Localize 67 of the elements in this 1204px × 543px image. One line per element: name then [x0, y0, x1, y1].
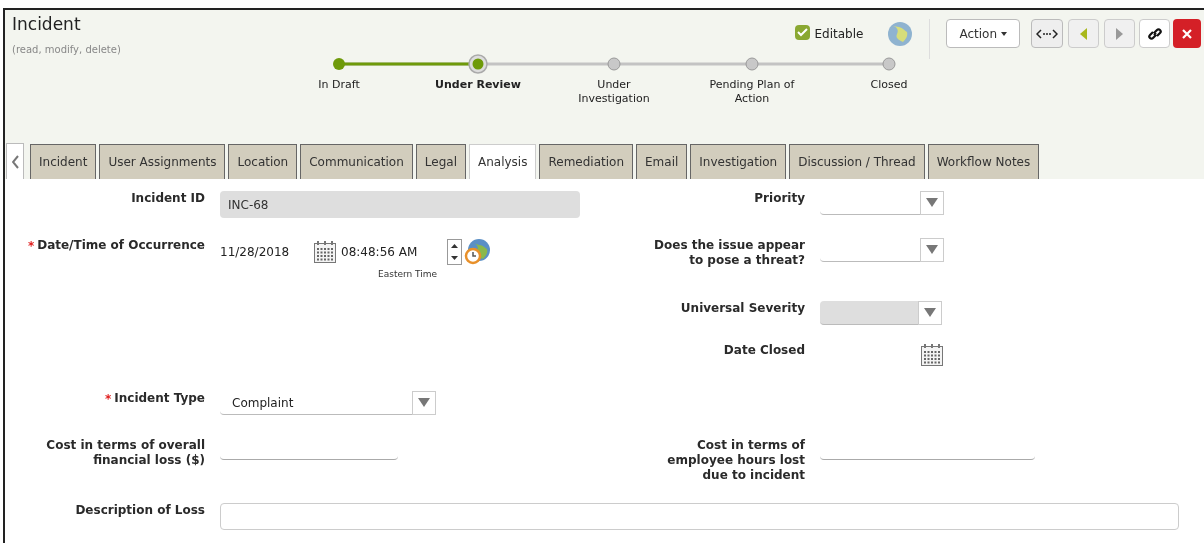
field-label: Cost in terms of employee hours lost due to incident [666, 438, 805, 483]
dropdown-button[interactable] [412, 390, 436, 415]
field-label: Incident ID [131, 191, 205, 206]
chevron-left-icon [11, 154, 19, 169]
link-button[interactable] [1139, 19, 1170, 48]
link-icon [1146, 25, 1163, 42]
workflow-step-marker[interactable] [879, 54, 899, 74]
time-stepper[interactable] [447, 239, 462, 265]
tab[interactable]: Incident [30, 144, 97, 179]
previous-button[interactable] [1068, 19, 1099, 48]
tab[interactable]: Workflow Notes [927, 144, 1040, 179]
workflow-step-label: Under Review [434, 78, 522, 92]
close-button[interactable] [1173, 19, 1201, 48]
date-value[interactable]: 11/28/2018 [220, 243, 313, 261]
select-value: Complaint [232, 394, 294, 412]
timezone-label: Eastern Time [378, 268, 439, 281]
tab[interactable]: Location [228, 144, 298, 179]
scroll-left-tab[interactable] [6, 143, 24, 179]
editable-label: Editable [814, 26, 864, 43]
dropdown-button[interactable] [920, 190, 944, 215]
editable-checkbox[interactable] [795, 25, 811, 40]
tab[interactable]: Email [636, 144, 688, 179]
dropdown-button[interactable] [920, 237, 944, 262]
tab[interactable]: Communication [300, 144, 413, 179]
required-mark: * [105, 391, 112, 408]
tab[interactable]: Remediation [539, 144, 633, 179]
left-triangle-icon [1080, 27, 1087, 40]
tab[interactable]: Discussion / Thread [789, 144, 925, 179]
field-label: Incident Type [114, 391, 205, 406]
field-label: Does the issue appear to pose a threat? [653, 238, 805, 268]
calendar-icon[interactable] [313, 240, 337, 264]
caret-icon [924, 308, 936, 317]
field-label: Universal Severity [680, 301, 805, 316]
required-mark: * [27, 238, 35, 255]
tab[interactable]: Investigation [690, 144, 787, 179]
workflow-step-label: In Draft [317, 78, 361, 92]
caret-icon [418, 398, 430, 407]
workflow-step-label: Pending Plan of Action [708, 78, 796, 106]
close-icon [1182, 28, 1192, 39]
tab[interactable]: Legal [415, 144, 466, 179]
field-label: Cost in terms of overall financial loss ($) [45, 438, 205, 468]
select-field[interactable]: Complaint [220, 391, 436, 415]
time-value[interactable]: 08:48:56 AM [341, 243, 447, 261]
field-label: Description of Loss [75, 503, 205, 518]
tab[interactable]: Analysis [469, 144, 537, 179]
code-view-button[interactable] [1031, 19, 1063, 48]
tab[interactable]: User Assignments [99, 144, 226, 179]
page-subtitle: (read, modify, delete) [12, 42, 121, 57]
calendar-icon[interactable] [920, 343, 944, 367]
workflow-step-marker[interactable] [604, 54, 624, 74]
input-field[interactable] [220, 503, 1179, 530]
caret-icon [926, 198, 938, 207]
workflow-step-marker[interactable] [468, 54, 488, 74]
field-label: Date/Time of Occurrence [37, 238, 205, 253]
workflow-step-label: Under Investigation [577, 78, 651, 106]
caret-icon [1001, 31, 1007, 36]
caret-icon [926, 245, 938, 254]
dots-arrows-icon [1036, 28, 1058, 39]
page-title: Incident [12, 13, 82, 36]
field-label: Priority [754, 191, 805, 206]
input-field: INC-68 [220, 191, 580, 218]
workflow-step-marker[interactable] [742, 54, 762, 74]
action-button[interactable]: Action [946, 19, 1020, 48]
field-label: Date Closed [723, 343, 805, 358]
globe-icon[interactable] [887, 21, 914, 47]
workflow-step-label: Closed [869, 78, 909, 92]
right-triangle-icon [1116, 27, 1123, 40]
